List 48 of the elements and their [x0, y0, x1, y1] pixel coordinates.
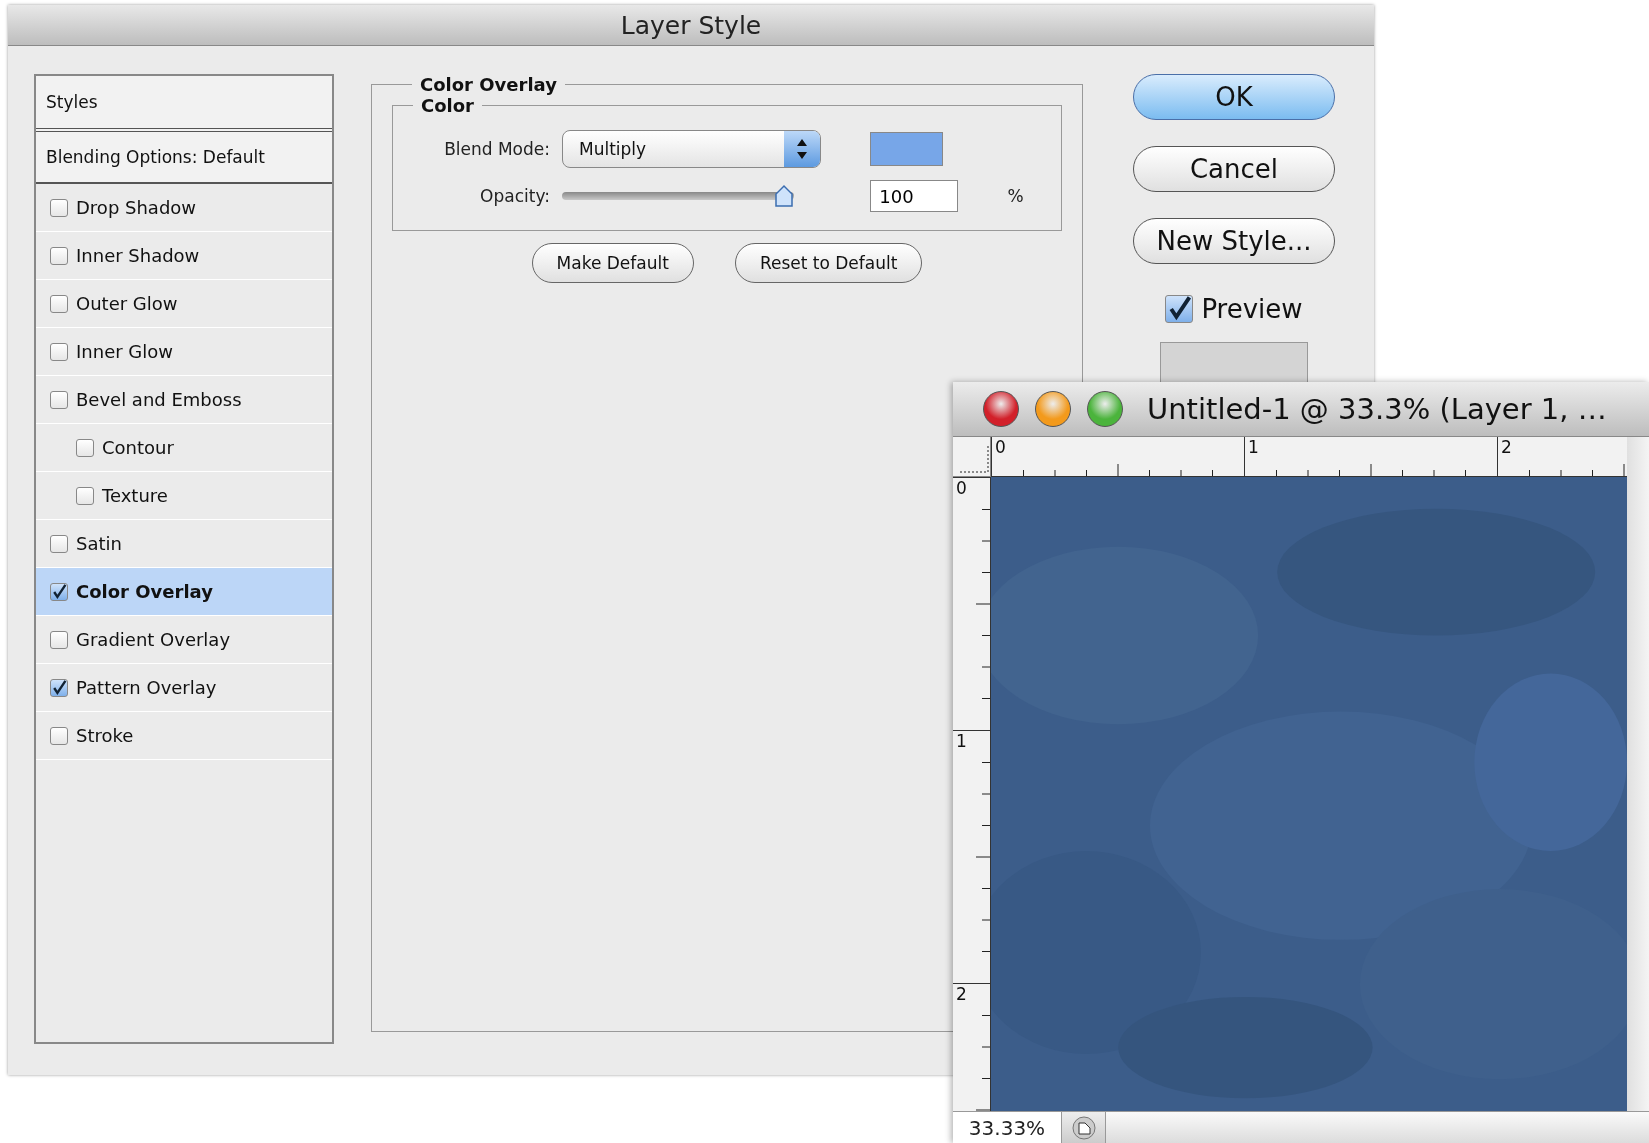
checkbox[interactable]: [50, 582, 68, 601]
checkbox[interactable]: [50, 726, 68, 745]
field-label: Blend Mode:: [444, 139, 550, 159]
window-title: Untitled-1 @ 33.3% (Layer 1, …: [1147, 392, 1607, 426]
close-icon[interactable]: [983, 391, 1019, 427]
checkbox[interactable]: [50, 342, 68, 361]
ruler-label: 0: [955, 478, 968, 500]
minimize-icon[interactable]: [1035, 391, 1071, 427]
checkbox[interactable]: [50, 534, 68, 553]
checkbox[interactable]: [50, 246, 68, 265]
opacity-slider[interactable]: [562, 184, 794, 208]
ruler-label: 1: [1247, 437, 1260, 458]
checkbox[interactable]: [50, 294, 68, 313]
preview-checkbox[interactable]: Preview: [1165, 294, 1303, 324]
group-title: Color: [420, 95, 475, 116]
blending-options-item[interactable]: Blending Options: Default: [36, 132, 332, 184]
field-label: Opacity:: [480, 186, 550, 206]
slider-thumb[interactable]: [774, 184, 794, 208]
zoom-field[interactable]: 33.33%: [953, 1112, 1062, 1143]
pill-button[interactable]: Make Default: [531, 243, 694, 283]
ruler-label: 2: [955, 984, 968, 1006]
stepper-icon: [784, 131, 820, 167]
checkbox[interactable]: [1165, 295, 1194, 323]
checkbox[interactable]: [76, 438, 94, 457]
window-title: Layer Style: [620, 10, 762, 40]
dialog-button[interactable]: OK: [1133, 74, 1335, 120]
ruler-label: 2: [1500, 437, 1513, 458]
style-item[interactable]: Color Overlay: [36, 568, 332, 616]
dialog-button[interactable]: Cancel: [1133, 146, 1335, 192]
status-menu-button[interactable]: [1062, 1112, 1106, 1143]
group-title: Color Overlay: [419, 74, 558, 95]
percent-unit: %: [1007, 186, 1025, 206]
opacity-field[interactable]: 100: [870, 180, 959, 212]
dialog-button[interactable]: New Style...: [1133, 218, 1335, 264]
ruler-origin-icon[interactable]: [960, 444, 990, 476]
blend-mode-dropdown[interactable]: Multiply: [562, 130, 821, 168]
checkbox[interactable]: [50, 630, 68, 649]
zoom-icon[interactable]: [1087, 391, 1123, 427]
color-swatch[interactable]: [870, 132, 944, 166]
checkbox[interactable]: [76, 486, 94, 505]
checkbox[interactable]: [50, 198, 68, 217]
ruler-label: 1: [955, 731, 968, 753]
scrollbar[interactable]: [1627, 437, 1649, 1111]
ruler-label: 0: [994, 437, 1007, 458]
styles-header[interactable]: Styles: [36, 76, 332, 132]
checkbox[interactable]: [50, 678, 68, 697]
checkbox[interactable]: [50, 390, 68, 409]
pill-button[interactable]: Reset to Default: [734, 243, 923, 283]
